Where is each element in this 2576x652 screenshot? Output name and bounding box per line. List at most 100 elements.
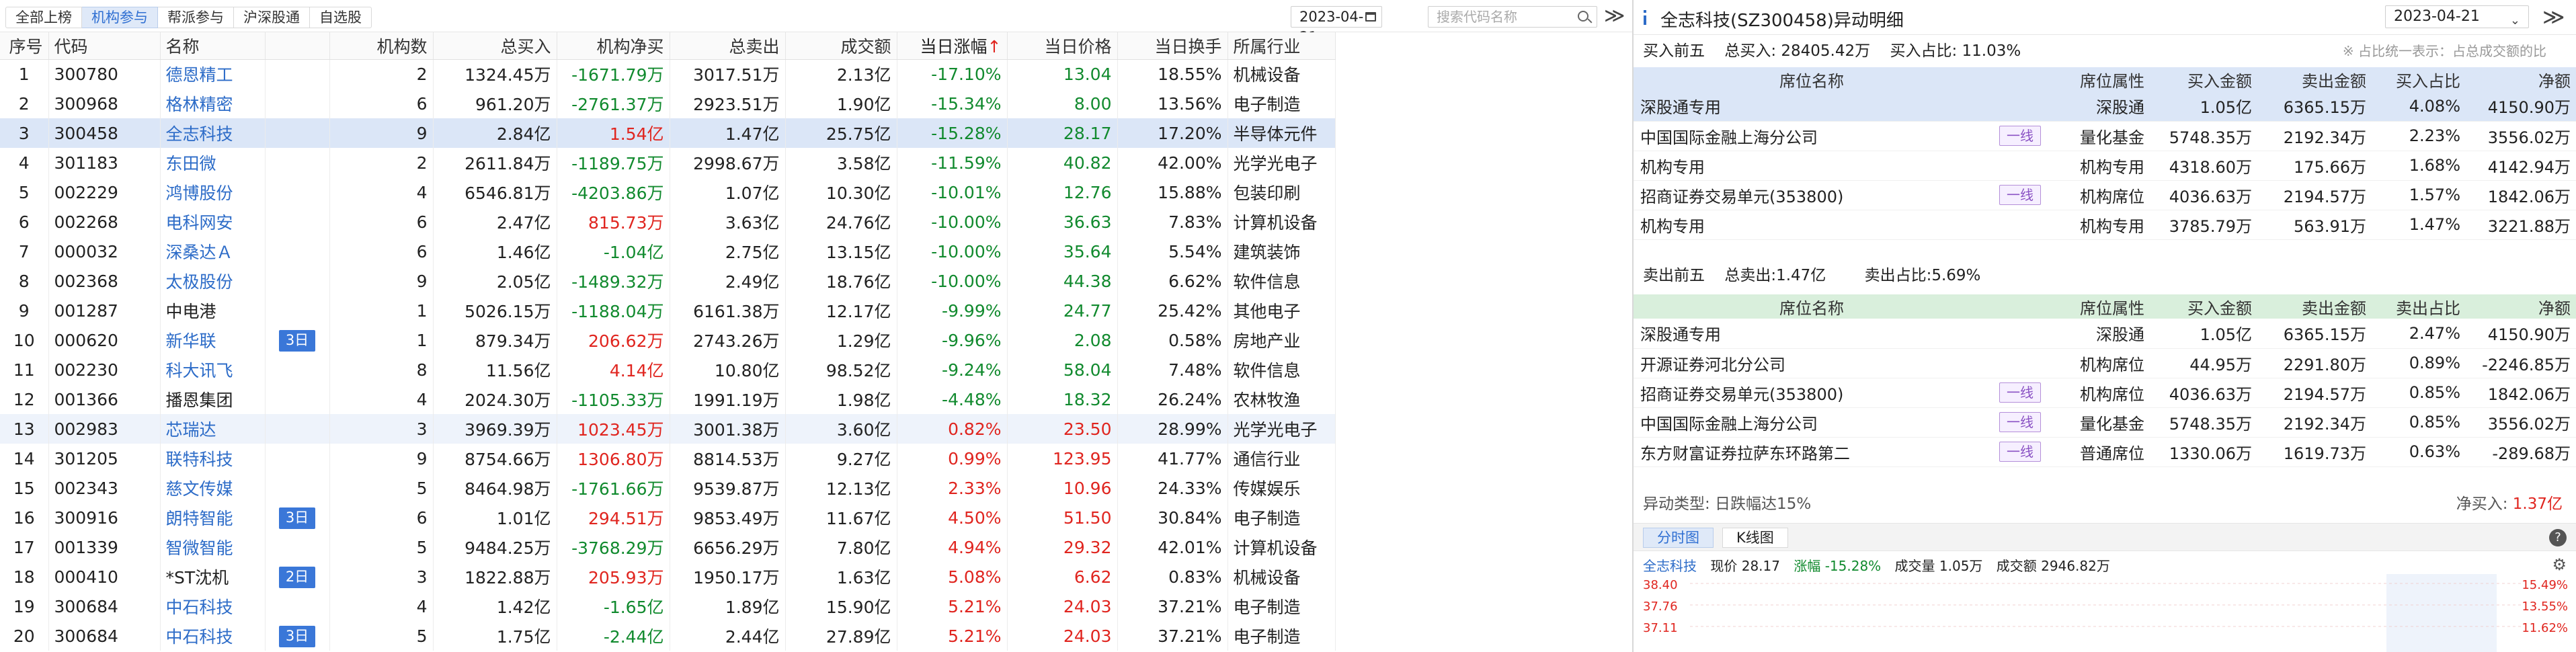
seat-cell-net: 3556.02万	[2467, 121, 2576, 151]
seat-cell-tag: 一线	[1990, 378, 2050, 408]
cell-name-text[interactable]: 中石科技	[166, 627, 233, 647]
column-header-0[interactable]: 序号	[0, 32, 49, 60]
tab-filter-2[interactable]: 帮派参与	[158, 7, 234, 28]
detail-date-select[interactable]: 2023-04-21 ⌄	[2385, 5, 2529, 28]
column-header-10[interactable]: 当日价格	[1007, 32, 1118, 60]
column-header-9[interactable]: 当日涨幅↑	[897, 32, 1008, 60]
date-picker[interactable]: 2023-04-21	[1291, 6, 1382, 45]
table-row[interactable]: 17 001339 智微智能 5 9484.25万 -3768.29万 6656.29万 7.…	[0, 532, 1336, 562]
cell-name-text[interactable]: 东田微	[166, 154, 216, 173]
cell-name-text[interactable]: 智微智能	[166, 538, 233, 558]
table-row[interactable]: 9 001287 中电港 1 5026.15万 -1188.04万 6161.38万 12.1…	[0, 296, 1336, 325]
tier-badge[interactable]: 一线	[1999, 126, 2041, 146]
cell-amt-text: 9.27亿	[836, 450, 891, 469]
column-header-12[interactable]: 所属行业	[1227, 32, 1336, 60]
streak-badge[interactable]: 2日	[278, 566, 316, 588]
expand-icon[interactable]: ≫	[1604, 5, 1625, 27]
seat-row[interactable]: 招商证券交易单元(353800) 一线 机构席位 4036.63万 2194.57万 0.…	[1634, 378, 2576, 408]
cell-name-text[interactable]: 芯瑞达	[166, 420, 216, 440]
cell-cnt-text: 9	[416, 448, 428, 468]
seat-row[interactable]: 深股通专用 深股通 1.05亿 6365.15万 4.08% 4150.90万	[1634, 91, 2576, 122]
cell-name-text[interactable]: 深桑达Ａ	[166, 243, 233, 262]
column-header-6[interactable]: 机构净买	[557, 32, 670, 60]
column-header-8[interactable]: 成交额	[785, 32, 897, 60]
cell-amt: 7.80亿	[785, 532, 897, 562]
table-row[interactable]: 13 002983 芯瑞达 3 3969.39万 1023.45万 3001.38万 3.60…	[0, 414, 1336, 444]
column-header-4[interactable]: 机构数	[329, 32, 434, 60]
table-row[interactable]: 12 001366 播恩集团 4 2024.30万 -1105.33万 1991.19万 1.…	[0, 384, 1336, 414]
seat-row[interactable]: 中国国际金融上海分公司 一线 量化基金 5748.35万 2192.34万 0.85% 35…	[1634, 407, 2576, 438]
tier-badge[interactable]: 一线	[1999, 412, 2041, 432]
cell-ind: 房地产业	[1227, 325, 1336, 355]
table-row[interactable]: 2 300968 格林精密 6 961.20万 -2761.37万 2923.51万 1.90…	[0, 89, 1336, 118]
tab-filter-1[interactable]: 机构参与	[82, 7, 158, 28]
seat-row[interactable]: 东方财富证券拉萨东环路第二 一线 普通席位 1330.06万 1619.73万 0.63%…	[1634, 437, 2576, 467]
cell-name-text[interactable]: 中石科技	[166, 598, 233, 617]
column-header-5[interactable]: 总买入	[433, 32, 557, 60]
seat-row[interactable]: 深股通专用 深股通 1.05亿 6365.15万 2.47% 4150.90万	[1634, 319, 2576, 349]
cell-name-text[interactable]: 全志科技	[166, 124, 233, 144]
cell-name-text[interactable]: *ST沈机	[166, 568, 229, 587]
cell-name-text[interactable]: 播恩集团	[166, 391, 233, 410]
settings-icon[interactable]: ⚙	[2552, 555, 2567, 574]
table-row[interactable]: 5 002229 鸿博股份 4 6546.81万 -4203.86万 1.07亿 10.30亿…	[0, 177, 1336, 207]
table-row[interactable]: 1 300780 德恩精工 2 1324.45万 -1671.79万 3017.51万 2.1…	[0, 59, 1336, 89]
cell-name-text[interactable]: 鸿博股份	[166, 184, 233, 203]
cell-sell-text: 3001.38万	[693, 420, 780, 440]
cell-cnt-text: 9	[416, 271, 428, 291]
column-header-11[interactable]: 当日换手	[1117, 32, 1228, 60]
column-header-3[interactable]	[265, 32, 330, 60]
cell-name-text[interactable]: 德恩精工	[166, 65, 233, 85]
table-row[interactable]: 14 301205 联特科技 9 8754.66万 1306.80万 8814.53万 9.2…	[0, 444, 1336, 473]
cell-code: 002230	[48, 355, 161, 384]
tier-badge[interactable]: 一线	[1999, 442, 2041, 462]
table-row[interactable]: 3 300458 全志科技 9 2.84亿 1.54亿 1.47亿 25.75亿 -15.28%…	[0, 118, 1336, 148]
seat-row[interactable]: 机构专用 机构专用 4318.60万 175.66万 1.68% 4142.94万	[1634, 151, 2576, 181]
cell-name-text[interactable]: 新华联	[166, 331, 216, 351]
intraday-chart[interactable]: 38.40 37.76 37.11 15.49% 13.55% 11.62%	[1634, 574, 2576, 652]
column-header-7[interactable]: 总卖出	[670, 32, 786, 60]
seat-row[interactable]: 开源证券河北分公司 机构席位 44.95万 2291.80万 0.89% -2246.85…	[1634, 348, 2576, 378]
table-row[interactable]: 4 301183 东田微 2 2611.84万 -1189.75万 2998.67万 3.58…	[0, 148, 1336, 177]
tier-badge[interactable]: 一线	[1999, 185, 2041, 205]
cell-name-text[interactable]: 中电港	[166, 302, 216, 321]
table-row[interactable]: 8 002368 太极股份 9 2.05亿 -1489.32万 2.49亿 18.76亿 -10…	[0, 266, 1336, 296]
y-left-label: 38.40	[1643, 578, 1678, 592]
cell-name-text[interactable]: 科大讯飞	[166, 361, 233, 380]
table-row[interactable]: 7 000032 深桑达Ａ 6 1.46亿 -1.04亿 2.75亿 13.15亿 -10.00…	[0, 237, 1336, 266]
streak-badge[interactable]: 3日	[278, 329, 316, 352]
column-header-2[interactable]: 名称	[160, 32, 266, 60]
streak-badge[interactable]: 3日	[278, 507, 316, 529]
cell-name-text[interactable]: 朗特智能	[166, 509, 233, 528]
seat-row[interactable]: 机构专用 机构专用 3785.79万 563.91万 1.47% 3221.88万	[1634, 210, 2576, 240]
table-row[interactable]: 19 300684 中石科技 4 1.42亿 -1.65亿 1.89亿 15.90亿 5.21%…	[0, 592, 1336, 621]
cell-turn-text: 37.21%	[1158, 596, 1222, 616]
tier-badge[interactable]: 一线	[1999, 382, 2041, 403]
seat-row[interactable]: 中国国际金融上海分公司 一线 量化基金 5748.35万 2192.34万 2.23% 35…	[1634, 121, 2576, 151]
streak-badge[interactable]: 3日	[278, 625, 316, 647]
table-row[interactable]: 6 002268 电科网安 6 2.47亿 815.73万 3.63亿 24.76亿 -10.0…	[0, 207, 1336, 237]
help-icon[interactable]: ?	[2549, 529, 2567, 546]
table-row[interactable]: 11 002230 科大讯飞 8 11.56亿 4.14亿 10.80亿 98.52亿 -9.2…	[0, 355, 1336, 384]
cell-name-text[interactable]: 慈文传媒	[166, 479, 233, 499]
tab-filter-0[interactable]: 全部上榜	[5, 7, 82, 28]
cell-net: -1189.75万	[557, 148, 670, 177]
column-header-1[interactable]: 代码	[48, 32, 161, 60]
cell-net-text: -1671.79万	[571, 65, 664, 85]
cell-name-text[interactable]: 太极股份	[166, 272, 233, 292]
search-input[interactable]: 搜索代码名称	[1428, 6, 1597, 28]
table-row[interactable]: 10 000620 新华联 3日 1 879.34万 206.62万 2743.26万 1.29…	[0, 325, 1336, 355]
tab-intraday[interactable]: 分时图	[1643, 528, 1714, 548]
tab-filter-3[interactable]: 沪深股通	[234, 7, 310, 28]
table-row[interactable]: 20 300684 中石科技 3日 5 1.75亿 -2.44亿 2.44亿 27.89亿 5.2…	[0, 621, 1336, 651]
cell-name-text[interactable]: 格林精密	[166, 95, 233, 114]
tab-filter-4[interactable]: 自选股	[310, 7, 372, 28]
collapse-icon[interactable]: ≫	[2542, 4, 2565, 30]
table-row[interactable]: 18 000410 *ST沈机 2日 3 1822.88万 205.93万 1950.17万 1…	[0, 562, 1336, 592]
cell-name-text[interactable]: 电科网安	[166, 213, 233, 233]
seat-row[interactable]: 招商证券交易单元(353800) 一线 机构席位 4036.63万 2194.57万 1.…	[1634, 180, 2576, 210]
table-row[interactable]: 15 002343 慈文传媒 5 8464.98万 -1761.66万 9539.87万 12…	[0, 473, 1336, 503]
tab-kline[interactable]: K线图	[1722, 528, 1788, 548]
cell-name-text[interactable]: 联特科技	[166, 450, 233, 469]
table-row[interactable]: 16 300916 朗特智能 3日 6 1.01亿 294.51万 9853.49万 11.67…	[0, 503, 1336, 532]
